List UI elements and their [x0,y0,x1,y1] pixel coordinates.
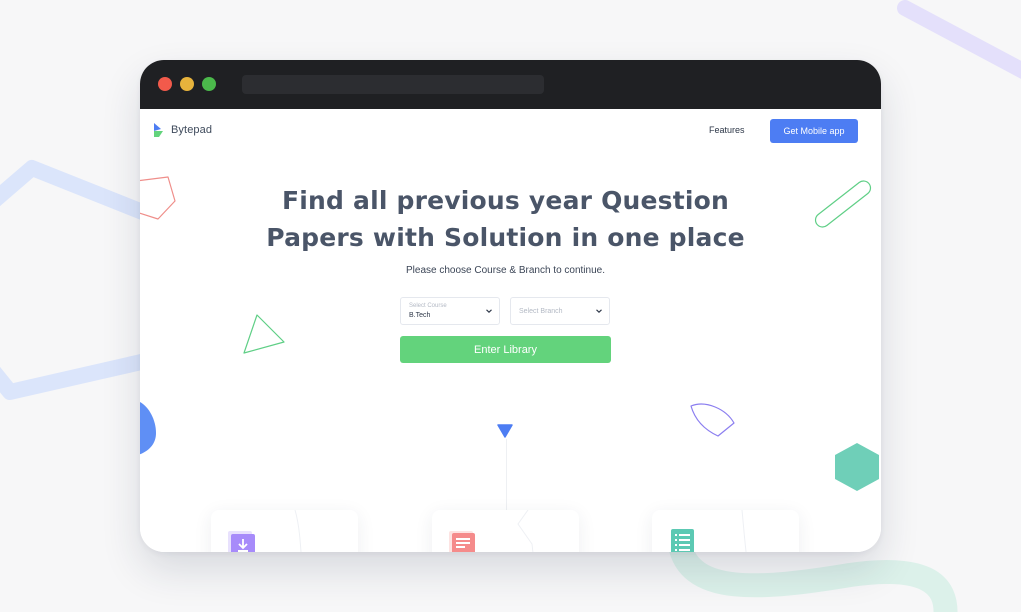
list-icon [671,529,694,552]
hero-subtitle: Please choose Course & Branch to continu… [405,265,605,276]
bytepad-logo-icon [154,123,163,137]
browser-title-bar [140,60,881,109]
feature-card-document[interactable] [432,510,579,552]
blue-blob-shape [140,402,156,455]
brand-logo[interactable]: Bytepad [153,122,212,138]
branch-select[interactable]: Select Branch [510,297,610,325]
hero-title-line-2: Papers with Solution in one place [266,223,745,252]
course-select-value: B.Tech [409,312,431,319]
scroll-down-marker-icon[interactable] [496,423,514,439]
download-icon [228,531,255,552]
branch-select-placeholder: Select Branch [519,308,563,315]
bg-teal-curve [668,533,958,612]
hero-title-line-1: Find all previous year Question [281,186,730,215]
enter-library-button[interactable]: Enter Library [400,336,611,363]
browser-window: Bytepad Features Get Mobile app Find all… [140,60,881,552]
chevron-down-icon [486,309,492,313]
course-select-label: Select Course [409,303,447,309]
course-select[interactable]: Select Course B.Tech [400,297,500,325]
feature-card-list[interactable] [652,510,799,552]
address-bar[interactable] [242,75,544,94]
bg-purple-stripe [897,0,1021,79]
chevron-down-icon [596,309,602,313]
minimize-window-dot[interactable] [180,77,194,91]
hero-title: Find all previous year Question Papers w… [140,182,871,256]
brand-name: Bytepad [171,124,213,136]
green-triangle-shape [243,314,285,354]
get-mobile-app-button[interactable]: Get Mobile app [770,119,858,143]
bg-blue-pentagon [0,160,158,400]
feature-card-download[interactable] [211,510,358,552]
close-window-dot[interactable] [158,77,172,91]
teal-hexagon-shape [835,443,879,491]
hero-decoration [140,176,879,491]
page-viewport: Bytepad Features Get Mobile app Find all… [140,109,881,552]
nav-link-features[interactable]: Features [709,125,745,135]
maximize-window-dot[interactable] [202,77,216,91]
purple-arc-shape [690,403,735,437]
document-icon [449,531,475,552]
